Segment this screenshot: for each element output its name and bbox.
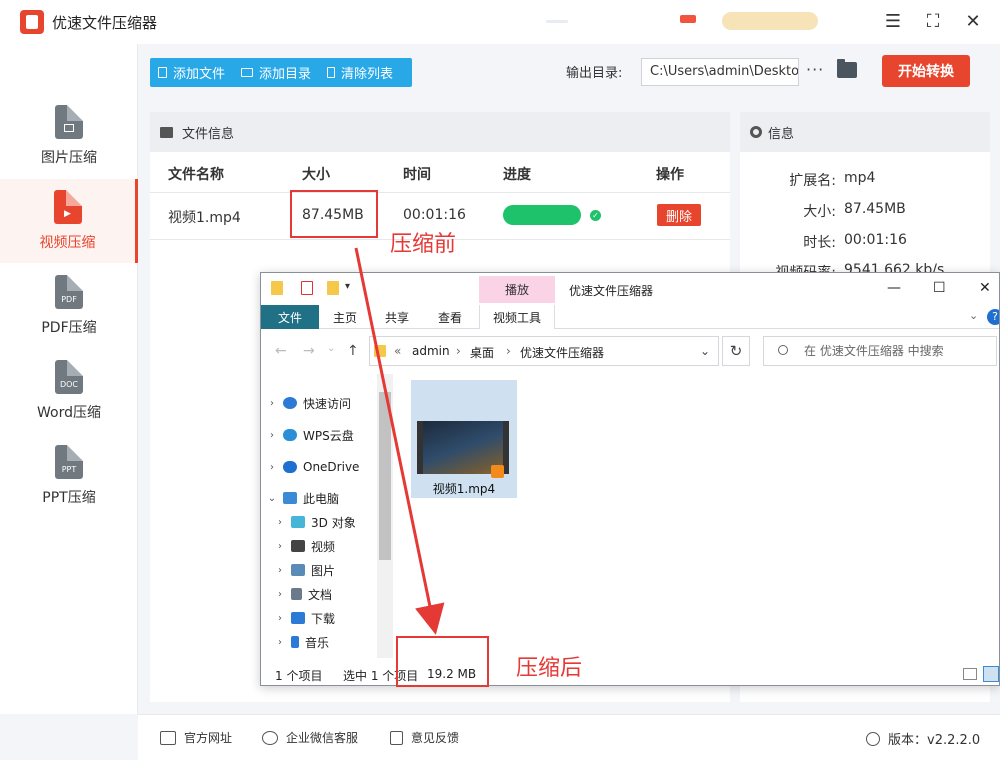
annotation-arrow-icon bbox=[354, 247, 445, 635]
